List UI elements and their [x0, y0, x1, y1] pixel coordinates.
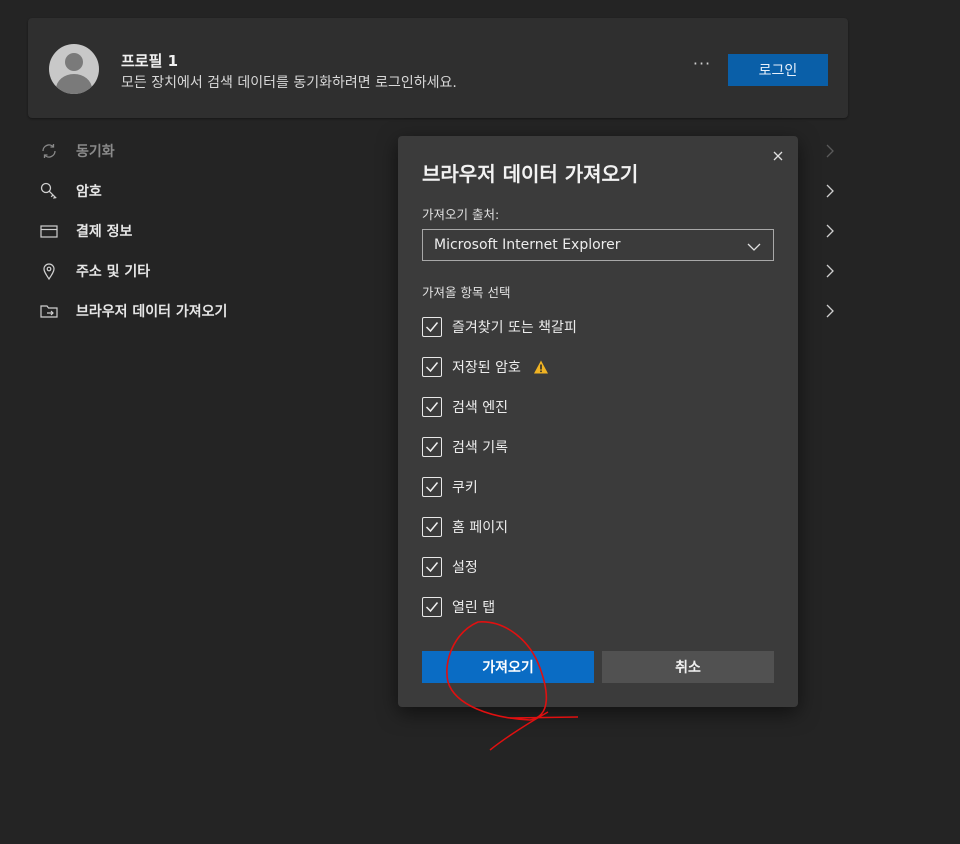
source-dropdown[interactable]: Microsoft Internet Explorer [422, 229, 774, 261]
sync-icon [38, 140, 60, 162]
checkbox-row-cookies[interactable]: 쿠키 [422, 476, 478, 498]
checkbox[interactable] [422, 557, 442, 577]
checkbox-label: 저장된 암호 [452, 360, 521, 376]
checkbox[interactable] [422, 357, 442, 377]
avatar [49, 44, 99, 94]
chevron-down-icon [747, 240, 761, 251]
checkbox-label: 검색 기록 [452, 440, 508, 456]
profile-name: 프로필 1 [121, 52, 179, 70]
location-pin-icon [38, 260, 60, 282]
checkbox[interactable] [422, 437, 442, 457]
checkbox-row-home-page[interactable]: 홈 페이지 [422, 516, 508, 538]
chevron-right-icon [824, 143, 836, 159]
items-label: 가져올 항목 선택 [422, 285, 511, 300]
import-button[interactable]: 가져오기 [422, 651, 594, 683]
checkbox[interactable] [422, 317, 442, 337]
checkbox-label: 즐겨찾기 또는 책갈피 [452, 320, 577, 336]
checkbox[interactable] [422, 517, 442, 537]
key-icon [38, 180, 60, 202]
chevron-right-icon [824, 303, 836, 319]
settings-item-label: 동기화 [76, 144, 115, 160]
import-dialog: 브라우저 데이터 가져오기 가져오기 출처: Microsoft Interne… [398, 136, 798, 707]
close-icon[interactable] [770, 148, 786, 164]
login-button[interactable]: 로그인 [728, 54, 828, 86]
import-folder-icon [38, 300, 60, 322]
checkbox[interactable] [422, 597, 442, 617]
checkbox-row-open-tabs[interactable]: 열린 탭 [422, 596, 495, 618]
checkbox-row-settings[interactable]: 설정 [422, 556, 478, 578]
settings-item-label: 브라우저 데이터 가져오기 [76, 304, 228, 320]
more-options-button[interactable]: ··· [688, 54, 716, 80]
chevron-right-icon [824, 183, 836, 199]
credit-card-icon [38, 220, 60, 242]
profile-description: 모든 장치에서 검색 데이터를 동기화하려면 로그인하세요. [121, 75, 457, 91]
checkbox[interactable] [422, 397, 442, 417]
chevron-right-icon [824, 223, 836, 239]
settings-item-label: 결제 정보 [76, 224, 133, 240]
source-dropdown-value: Microsoft Internet Explorer [434, 237, 621, 253]
cancel-button[interactable]: 취소 [602, 651, 774, 683]
source-label: 가져오기 출처: [422, 207, 500, 222]
checkbox-label: 검색 엔진 [452, 400, 508, 416]
chevron-right-icon [824, 263, 836, 279]
checkbox-label: 열린 탭 [452, 600, 496, 616]
profile-card: 프로필 1 모든 장치에서 검색 데이터를 동기화하려면 로그인하세요. ···… [28, 18, 848, 118]
settings-item-label: 암호 [76, 184, 102, 200]
settings-item-label: 주소 및 기타 [76, 264, 151, 280]
checkbox-row-passwords[interactable]: 저장된 암호 [422, 356, 549, 378]
warning-icon[interactable] [533, 359, 549, 375]
checkbox-row-favorites[interactable]: 즐겨찾기 또는 책갈피 [422, 316, 577, 338]
dialog-title: 브라우저 데이터 가져오기 [422, 162, 639, 186]
checkbox-row-history[interactable]: 검색 기록 [422, 436, 508, 458]
checkbox[interactable] [422, 477, 442, 497]
checkbox-label: 설정 [452, 560, 478, 576]
checkbox-row-search-engines[interactable]: 검색 엔진 [422, 396, 508, 418]
checkbox-label: 쿠키 [452, 480, 478, 496]
checkbox-label: 홈 페이지 [452, 520, 508, 536]
